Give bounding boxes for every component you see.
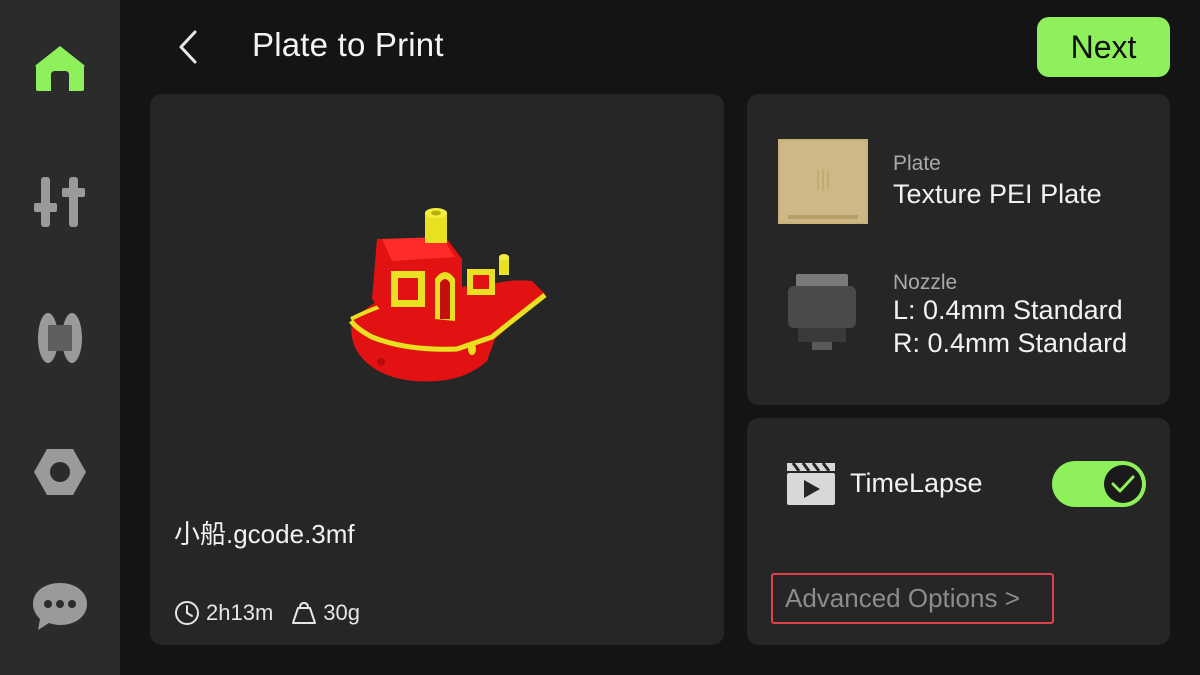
next-button[interactable]: Next [1037,17,1170,77]
chevron-left-icon [179,30,197,64]
duration-value: 2h13m [206,600,274,625]
nozzle-image [788,274,856,350]
print-preview-card: 小船.gcode.3mf 2h13m 30g [150,94,724,645]
file-name: 小船.gcode.3mf [174,519,355,549]
sidebar-item-settings[interactable] [0,422,120,522]
timelapse-label: TimeLapse [850,468,983,498]
clock-icon [175,601,199,625]
filament-spool-icon [38,313,82,363]
weight-value: 30g [323,600,360,625]
plate-value: Texture PEI Plate [893,179,1102,209]
toggle-knob [1104,465,1142,503]
print-meta: 2h13m 30g [174,598,378,628]
plate-label: Plate [893,152,941,175]
plate-image [778,139,868,224]
sidebar-item-filament[interactable] [0,288,120,388]
weight-info: 30g [291,600,360,626]
timelapse-icon [787,462,835,505]
model-preview [150,94,724,494]
boat-model-image [349,208,547,382]
advanced-options-button[interactable]: Advanced Options > [771,573,1054,624]
page-title: Plate to Print [252,26,444,63]
timelapse-toggle[interactable] [1052,461,1146,507]
nozzle-right-value: R: 0.4mm Standard [893,328,1128,358]
home-icon [35,46,85,91]
duration-info: 2h13m [174,600,273,626]
check-icon [1111,475,1135,493]
sliders-icon [34,177,85,227]
sidebar-item-messages[interactable] [0,556,120,656]
nozzle-left-value: L: 0.4mm Standard [893,295,1123,325]
nozzle-label: Nozzle [893,271,958,294]
back-button[interactable] [168,24,208,70]
chat-bubble-icon [33,583,87,630]
nut-icon [34,449,86,495]
print-options-card: TimeLapse Advanced Options > [747,418,1170,645]
printer-config-card: Plate Texture PEI Plate Nozzle L: 0.4mm … [747,94,1170,405]
weight-icon [292,601,317,624]
sidebar-item-home[interactable] [0,18,120,118]
sidebar-item-controls[interactable] [0,152,120,252]
sidebar [0,0,120,675]
